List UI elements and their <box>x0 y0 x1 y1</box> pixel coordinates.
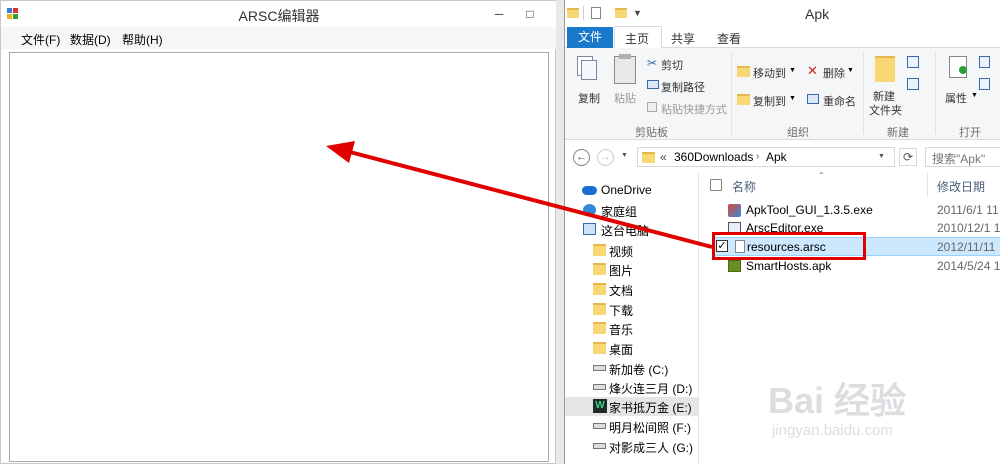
watermark-brand: Bai 经验 <box>768 380 907 421</box>
watermark-logo: Bai 经验 jingyan.baidu.com <box>768 372 998 452</box>
watermark-url: jingyan.baidu.com <box>772 422 893 439</box>
